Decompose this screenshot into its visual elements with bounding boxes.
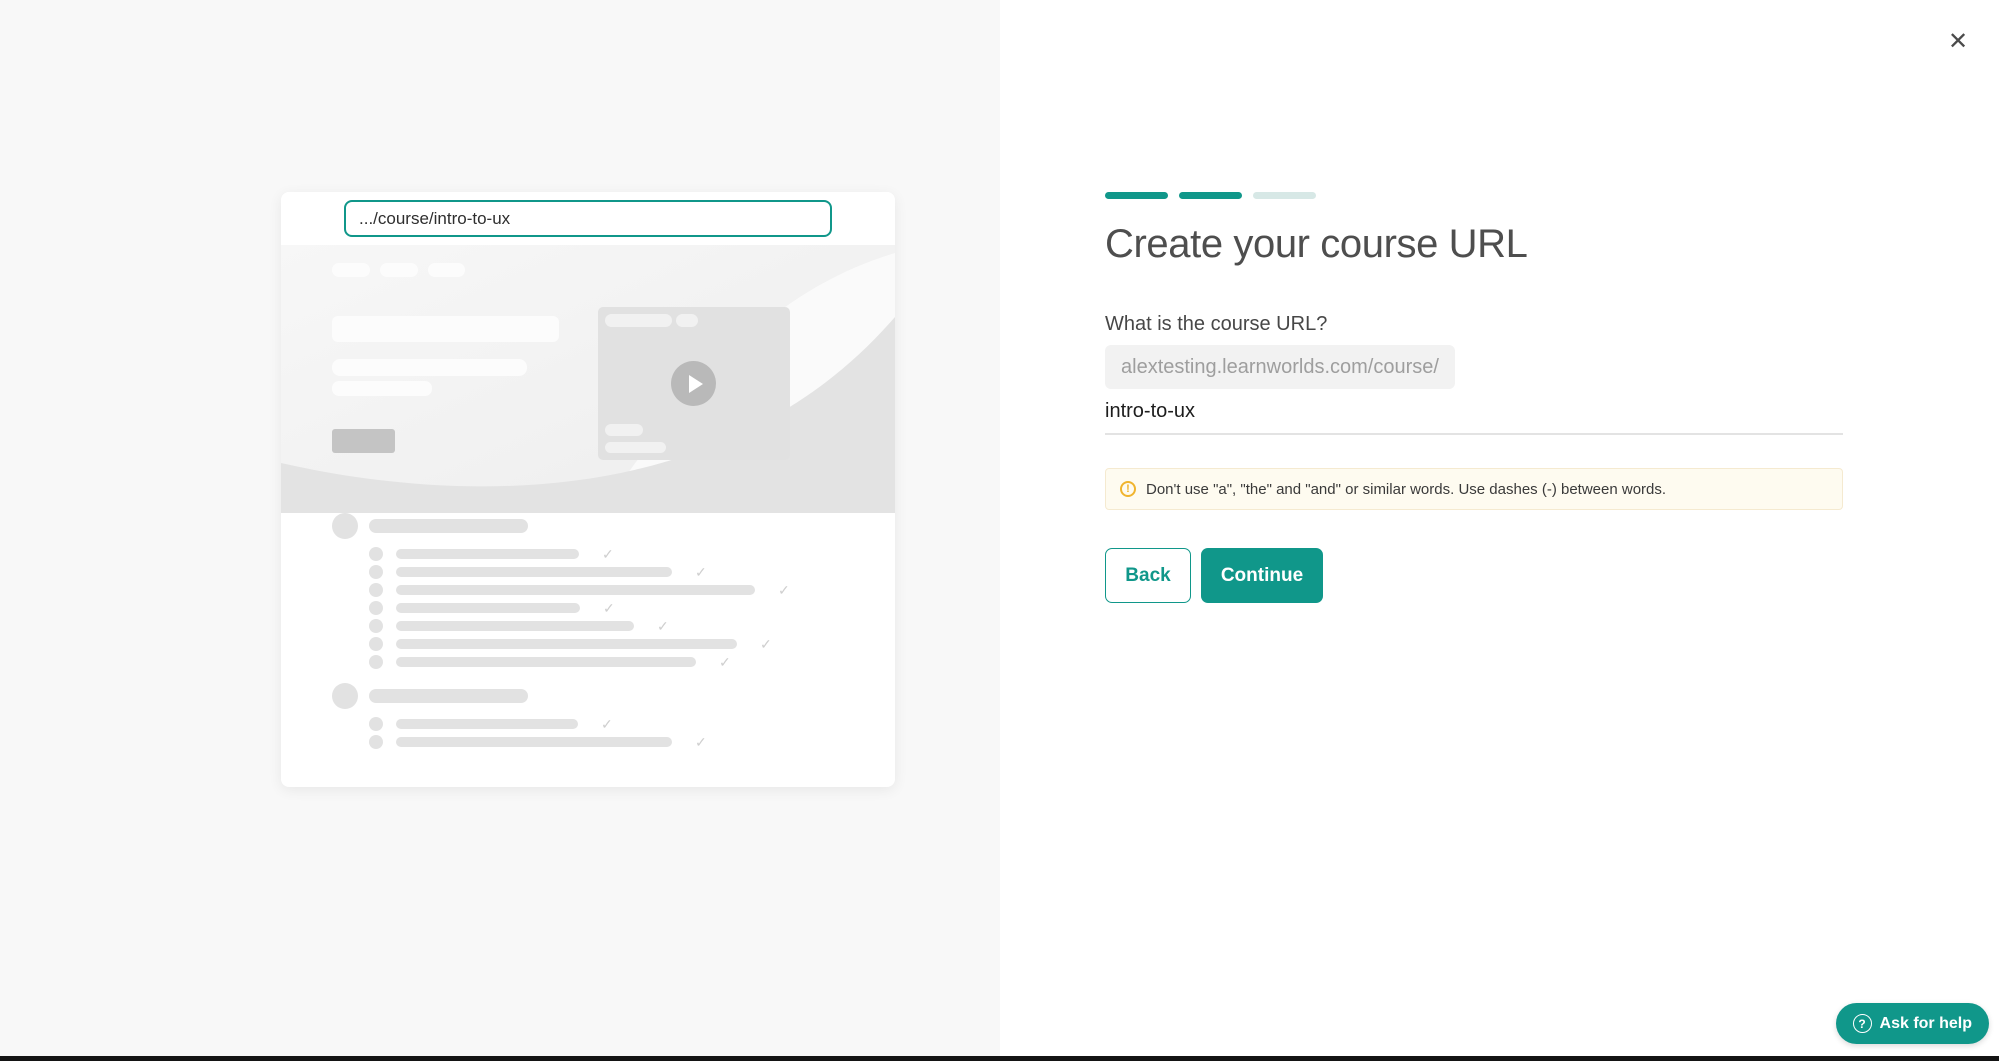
page-title: Create your course URL <box>1105 222 1528 267</box>
wizard-actions: Back Continue <box>1105 548 1323 603</box>
bottom-bar <box>0 1056 1999 1061</box>
skeleton-lesson-row: ✓ <box>369 717 790 731</box>
skeleton-lesson-bullet <box>369 637 383 651</box>
wizard-panel: ✕ Create your course URL What is the cou… <box>1000 0 1999 1061</box>
course-wizard-screen: .../course/intro-to-ux <box>0 0 1999 1061</box>
skeleton-hero-line <box>332 359 527 376</box>
skeleton-section-title-bar <box>369 519 528 533</box>
skeleton-lesson-bar <box>396 585 755 595</box>
skeleton-lesson-bar <box>396 603 580 613</box>
skeleton-lesson-bar <box>396 737 672 747</box>
check-icon: ✓ <box>695 735 707 749</box>
course-preview-card: .../course/intro-to-ux <box>281 192 895 787</box>
skeleton-hero-line <box>332 316 559 342</box>
preview-hero-skeleton <box>281 245 895 513</box>
skeleton-section-title-bar <box>369 689 528 703</box>
warning-text: Don't use "a", "the" and "and" or simila… <box>1146 481 1666 498</box>
check-icon: ✓ <box>719 655 731 669</box>
back-button[interactable]: Back <box>1105 548 1191 603</box>
skeleton-lesson-bar <box>396 719 578 729</box>
skeleton-lesson-bar <box>396 549 579 559</box>
skeleton-lesson-row: ✓ <box>369 565 790 579</box>
skeleton-lesson-bar <box>396 567 672 577</box>
skeleton-lesson-bar <box>396 657 696 667</box>
check-icon: ✓ <box>603 601 615 615</box>
ask-for-help-button[interactable]: ? Ask for help <box>1836 1003 1989 1044</box>
preview-url-bar: .../course/intro-to-ux <box>344 200 832 237</box>
skeleton-video-pill <box>605 314 672 327</box>
skeleton-lesson-bar <box>396 639 737 649</box>
skeleton-section: ✓ ✓ ✓ ✓ ✓ ✓ ✓ <box>332 513 790 669</box>
skeleton-lesson-bullet <box>369 583 383 597</box>
course-slug-input[interactable] <box>1105 396 1843 435</box>
skeleton-hero-button <box>332 429 395 453</box>
skeleton-video-pill <box>605 424 643 436</box>
hero-swoosh-background <box>281 245 895 513</box>
skeleton-nav-chip <box>332 263 370 277</box>
check-icon: ✓ <box>601 717 613 731</box>
skeleton-lesson-bullet <box>369 601 383 615</box>
skeleton-lesson-row: ✓ <box>369 735 790 749</box>
skeleton-lesson-row: ✓ <box>369 601 790 615</box>
progress-step-1 <box>1105 192 1168 199</box>
check-icon: ✓ <box>657 619 669 633</box>
question-label: What is the course URL? <box>1105 313 1327 336</box>
warning-icon: ! <box>1120 481 1136 497</box>
play-icon <box>671 361 716 406</box>
skeleton-lesson-bullet <box>369 735 383 749</box>
check-icon: ✓ <box>760 637 772 651</box>
skeleton-section-avatar <box>332 683 358 709</box>
progress-step-2 <box>1179 192 1242 199</box>
skeleton-nav-chip <box>380 263 418 277</box>
skeleton-curriculum-list: ✓✓✓✓✓✓✓✓✓ <box>332 513 790 753</box>
skeleton-lesson-row: ✓ <box>369 655 790 669</box>
check-icon: ✓ <box>602 547 614 561</box>
skeleton-lesson-bullet <box>369 655 383 669</box>
preview-panel: .../course/intro-to-ux <box>0 0 1000 1061</box>
skeleton-lesson-row: ✓ <box>369 619 790 633</box>
skeleton-lesson-row: ✓ <box>369 583 790 597</box>
skeleton-video-pill <box>605 442 666 453</box>
url-prefix: alextesting.learnworlds.com/course/ <box>1105 345 1455 389</box>
warning-banner: ! Don't use "a", "the" and "and" or simi… <box>1105 468 1843 510</box>
preview-url-text: .../course/intro-to-ux <box>359 209 510 229</box>
skeleton-section-header <box>332 683 790 709</box>
skeleton-lesson-bullet <box>369 717 383 731</box>
close-button[interactable]: ✕ <box>1940 24 1976 60</box>
skeleton-lesson-bullet <box>369 565 383 579</box>
skeleton-lesson-bullet <box>369 547 383 561</box>
skeleton-video-pill <box>676 314 698 327</box>
skeleton-lesson-row: ✓ <box>369 547 790 561</box>
skeleton-lesson-bar <box>396 621 634 631</box>
continue-button[interactable]: Continue <box>1201 548 1323 603</box>
skeleton-section-header <box>332 513 790 539</box>
skeleton-section: ✓✓ <box>332 683 790 749</box>
skeleton-lesson-bullet <box>369 619 383 633</box>
skeleton-nav-chip <box>428 263 465 277</box>
ask-for-help-label: Ask for help <box>1880 1015 1972 1033</box>
progress-step-3 <box>1253 192 1316 199</box>
skeleton-video-card <box>598 307 790 460</box>
check-icon: ✓ <box>695 565 707 579</box>
progress-steps <box>1105 192 1316 199</box>
skeleton-nav-chips <box>332 263 465 277</box>
skeleton-hero-line <box>332 381 432 396</box>
question-mark-icon: ? <box>1853 1014 1872 1033</box>
check-icon: ✓ <box>778 583 790 597</box>
preview-browser-header: .../course/intro-to-ux <box>281 192 895 245</box>
skeleton-lesson-row: ✓ <box>369 637 790 651</box>
skeleton-section-avatar <box>332 513 358 539</box>
